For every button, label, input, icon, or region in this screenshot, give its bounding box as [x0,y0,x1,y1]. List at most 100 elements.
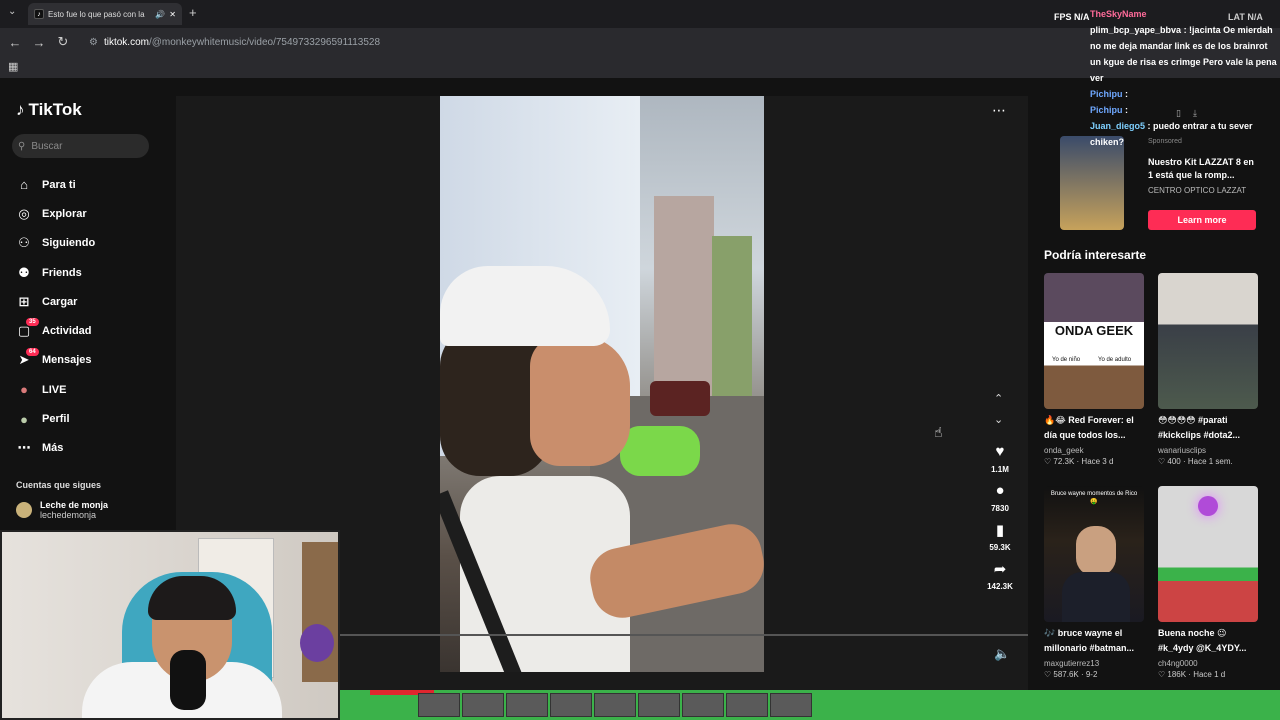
recommendation-card[interactable]: 😳😳😳😳 #parati #kickclips #dota2... wanari… [1158,273,1258,466]
hotbar-slot[interactable] [682,693,724,717]
sidebar-item-friends[interactable]: ⚉ Friends [16,258,95,287]
search-input[interactable]: ⚲ Buscar [12,134,149,158]
url-host: tiktok.com [103,36,149,48]
comment-icon: ● [995,482,1005,499]
learn-more-button[interactable]: Learn more [1148,210,1256,230]
chat-message: Juan_diego5 : puedo entrar a tu sever ch… [1090,118,1280,150]
video-car [650,381,710,416]
like-button[interactable]: ♥ 1.1M [991,443,1009,474]
share-button[interactable]: ➦ 142.3K [987,560,1013,591]
volume-icon[interactable]: 🔈 [994,646,1010,662]
apps-grid-icon[interactable]: ▦ [8,60,18,73]
video-player[interactable] [440,96,764,672]
sidebar-item-explorar[interactable]: ◎ Explorar [16,199,95,228]
recommendation-caption: Buena noche 😉 #k_4ydy @K_4YDY... [1158,628,1247,653]
live-icon: ● [20,382,28,398]
sidebar-item-label: Para ti [42,178,76,191]
video-person-face [530,336,630,466]
recommendation-card[interactable]: Buena noche 😉 #k_4ydy @K_4YDY... ch4ng00… [1158,486,1258,679]
back-icon[interactable]: ← [3,35,27,50]
streamer-webcam [0,530,340,720]
recommendation-thumbnail [1158,273,1258,409]
forward-icon[interactable]: → [27,35,51,50]
sidebar-item-label: Más [42,442,64,455]
hotbar-slot[interactable] [418,693,460,717]
sidebar-item-live[interactable]: ● LIVE [16,375,95,404]
hotbar-slot[interactable] [550,693,592,717]
sidebar-item-siguiendo[interactable]: ⚇ Siguiendo [16,229,95,258]
ad-brand: CENTRO OPTICO LAZZAT [1148,186,1247,195]
tab-search-icon[interactable]: ⌄ [8,6,16,17]
sidebar-item-cargar[interactable]: ⊞ Cargar [16,287,95,316]
thumb-onda-geek-text: ONDA GEEK [1054,323,1134,338]
tab-audio-icon[interactable]: 🔊 [155,10,165,19]
sidebar-item-label: Perfil [42,413,70,426]
microphone-icon [170,650,206,710]
sidebar-item-label: Siguiendo [42,237,96,250]
chat-username: Juan_diego5 [1090,121,1146,131]
recommendations-header: Podría interesarte [1044,248,1147,262]
friends-icon: ⚉ [18,264,30,280]
tiktok-logo[interactable]: ♪ TikTok [16,100,82,120]
share-count: 142.3K [987,582,1013,591]
recommendation-thumbnail: ONDA GEEK Yo de niño Yo de adulto [1044,273,1144,409]
video-more-icon[interactable]: ⋯ [992,102,1006,119]
chat-message: plim_bcp_yape_bbva : !jacinta Oe mierdah… [1090,22,1280,86]
webcam-plush [300,624,334,662]
url-field[interactable]: ⚙ tiktok.com/@monkeywhitemusic/video/754… [83,31,1083,53]
previous-video-icon[interactable]: ⌃ [994,392,1003,405]
upload-icon: ⊞ [18,293,30,309]
comment-button[interactable]: ● 7830 [991,482,1009,513]
recommendation-card[interactable]: ONDA GEEK Yo de niño Yo de adulto 🔥😂 Red… [1044,273,1144,466]
hotbar-slot[interactable] [770,693,812,717]
recommendation-user: onda_geek [1044,446,1084,455]
site-info-icon[interactable]: ⚙ [89,37,98,48]
search-icon: ⚲ [18,140,26,152]
sidebar-item-label: LIVE [42,383,67,396]
hotbar-slot[interactable] [726,693,768,717]
thumb-person [1076,526,1116,576]
sidebar-item-actividad[interactable]: ▢ 35 Actividad [16,316,95,345]
right-panel: ▯ ⤓ Sponsored Nuestro Kit LAZZAT 8 en 1 … [1040,78,1280,720]
bookmarks-bar: ▦ [0,56,1280,78]
hotbar-slot[interactable] [638,693,680,717]
hotbar-slot[interactable] [506,693,548,717]
recommendation-user: maxgutierrez13 [1044,659,1100,668]
share-icon: ➦ [993,561,1007,578]
reload-icon[interactable]: ↻ [51,34,75,50]
followed-account[interactable]: Leche de monja lechedemonja [16,500,108,520]
video-motorcycle [620,426,700,476]
hotbar-slot[interactable] [594,693,636,717]
browser-tab[interactable]: ♪ Esto fue lo que pasó con la 🔊 ✕ [28,3,182,25]
hotbar-slot[interactable] [462,693,504,717]
avatar [16,502,32,518]
recommendation-caption: 🔥😂 Red Forever: el día que todos los... [1044,415,1134,440]
recommendation-card[interactable]: Bruce wayne momentos de Rico 🤑 🎶 bruce w… [1044,486,1144,679]
new-tab-icon[interactable]: + [189,5,197,20]
search-placeholder: Buscar [31,140,63,152]
thumb-adulto-text: Yo de adulto [1098,357,1132,363]
save-button[interactable]: ▮ 59.3K [989,521,1010,552]
url-path: /@monkeywhitemusic/video/754973329659111… [148,36,381,48]
tab-title: Esto fue lo que pasó con la [48,9,145,19]
tab-close-icon[interactable]: ✕ [169,10,176,19]
recommendation-stats: ♡ 72.3K · Hace 3 d [1044,457,1114,466]
recommendation-caption: 🎶 bruce wayne el millonario #batman... [1044,628,1135,653]
recommendation-caption: 😳😳😳😳 #parati #kickclips #dota2... [1158,415,1241,440]
next-video-icon[interactable]: ⌄ [994,413,1003,426]
video-nav: ⌃ ⌄ [994,392,1003,426]
address-bar: ← → ↻ ⚙ tiktok.com/@monkeywhitemusic/vid… [0,28,1280,56]
recommendation-user: wanariusclips [1158,446,1207,455]
recommendation-stats: ♡ 587.6K · 9-2 [1044,670,1098,679]
save-count: 59.3K [989,543,1011,552]
sidebar-item-perfil[interactable]: ● Perfil [16,404,95,433]
sidebar-item-para-ti[interactable]: ⌂ Para ti [16,170,95,199]
sidebar-item-mensajes[interactable]: ➤ 64 Mensajes [16,346,95,375]
recommendation-stats: ♡ 186K · Hace 1 d [1158,670,1226,679]
video-progress-bar[interactable] [340,634,1028,636]
followed-name: Leche de monja [40,500,109,510]
chat-username: Pichipu [1090,105,1123,115]
tiktok-note-icon: ♪ [16,100,25,119]
sidebar-item-mas[interactable]: ⋯ Más [16,434,95,463]
sidebar-item-label: Explorar [42,207,87,220]
